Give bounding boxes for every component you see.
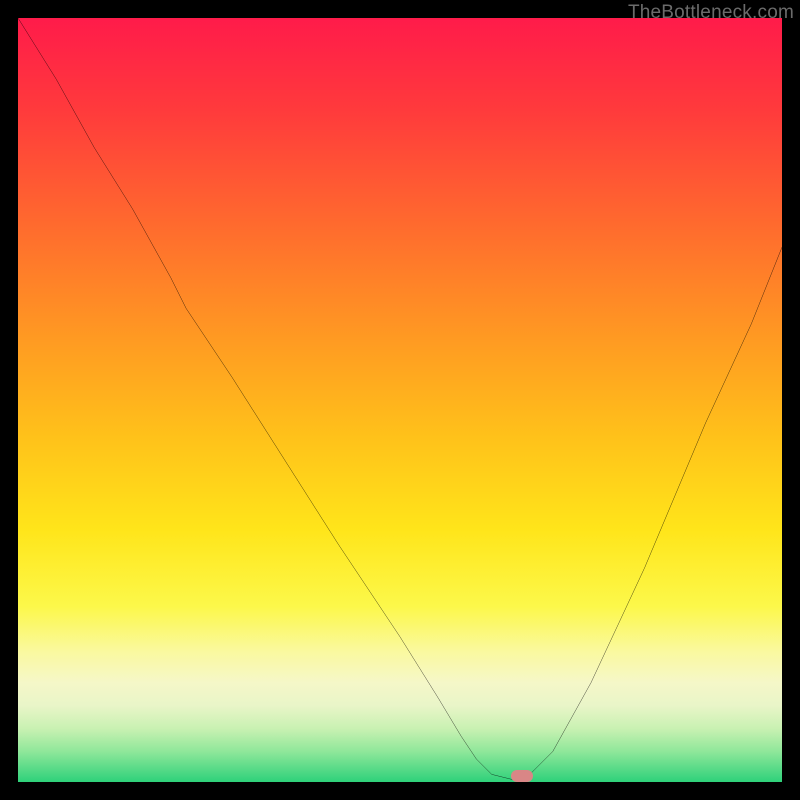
bottleneck-curve (18, 18, 782, 782)
plot-area (18, 18, 782, 782)
chart-frame: TheBottleneck.com (0, 0, 800, 800)
watermark-text: TheBottleneck.com (628, 2, 794, 24)
optimal-marker (511, 770, 533, 782)
